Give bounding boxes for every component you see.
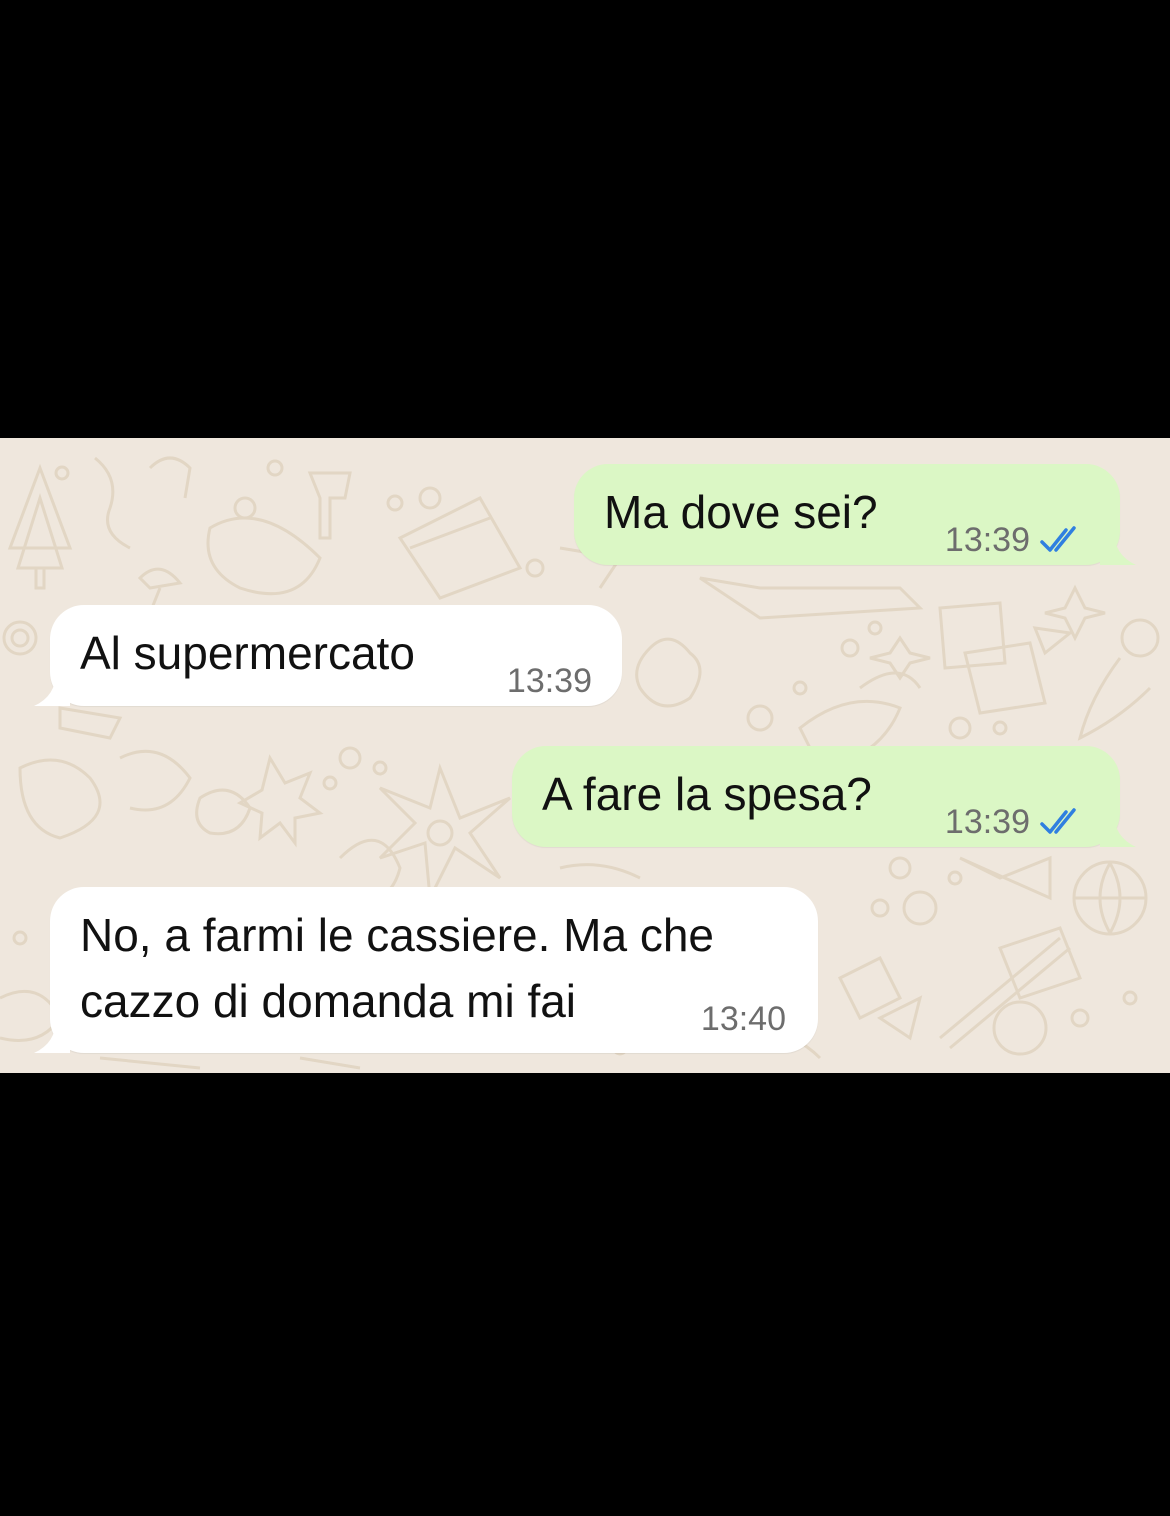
outgoing-message-bubble[interactable]: A fare la spesa? 13:39 xyxy=(512,746,1136,847)
message-time: 13:40 xyxy=(700,1000,786,1038)
bubble-tail xyxy=(1100,531,1136,565)
incoming-message-bubble[interactable]: Al supermercato 13:39 xyxy=(34,605,622,706)
message-meta: 13:39 xyxy=(507,661,592,701)
double-check-icon xyxy=(1040,526,1076,552)
message-meta: 13:39 xyxy=(945,520,1086,560)
message-text: No, a farmi le cassiere. Ma che cazzo di… xyxy=(80,909,715,1027)
message-text: Ma dove sei? xyxy=(604,486,878,538)
incoming-message-bubble[interactable]: No, a farmi le cassiere. Ma che cazzo di… xyxy=(34,887,818,1053)
bubble-tail xyxy=(34,1019,70,1053)
message-text: Al supermercato xyxy=(80,627,415,679)
message-text: A fare la spesa? xyxy=(542,768,872,820)
outgoing-message-bubble[interactable]: Ma dove sei? 13:39 xyxy=(574,464,1136,565)
chat-panel[interactable]: Ma dove sei? 13:39 Al supermercato 13:39… xyxy=(0,438,1170,1073)
message-meta: 13:39 xyxy=(945,802,1086,842)
bubble-tail xyxy=(1100,813,1136,847)
message-time: 13:39 xyxy=(944,521,1030,559)
message-time: 13:39 xyxy=(944,803,1030,841)
bubble-tail xyxy=(34,672,70,706)
double-check-icon xyxy=(1040,808,1076,834)
message-time: 13:39 xyxy=(506,662,592,700)
message-meta: 13:40 xyxy=(701,999,786,1039)
